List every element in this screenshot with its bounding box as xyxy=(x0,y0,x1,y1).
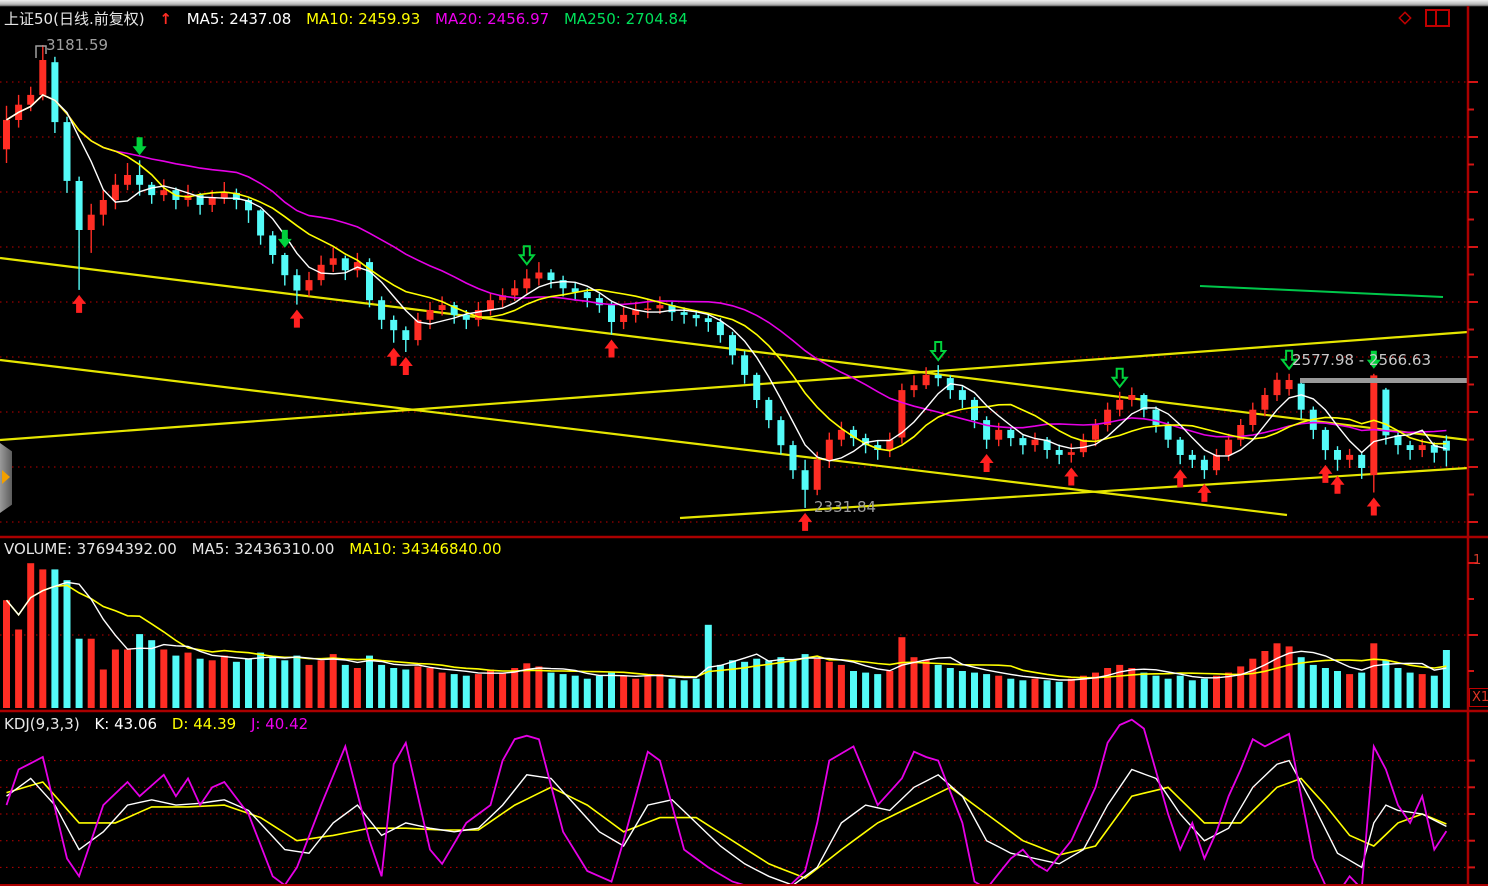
volume-multiplier-label: X1 xyxy=(1469,688,1488,707)
volume-axis-tick-label: 1 xyxy=(1473,553,1481,568)
ma250-value: MA250: 2704.84 xyxy=(564,10,688,28)
range-marker-label: 2577.98 - 2566.63 xyxy=(1292,351,1431,369)
diamond-icon[interactable] xyxy=(1396,9,1414,27)
volume-pane-header: VOLUME: 37694392.00 MA5: 32436310.00 MA1… xyxy=(4,540,512,558)
expand-arrow-icon xyxy=(2,470,10,484)
ma10-value: MA10: 2459.93 xyxy=(306,10,420,28)
price-pane-header: 上证50(日线.前复权) ↑ MA5: 2437.08 MA10: 2459.9… xyxy=(4,8,698,29)
kdj-j-value: J: 40.42 xyxy=(251,715,308,733)
peak-price-label: 3181.59 xyxy=(46,36,108,54)
kdj-d-value: D: 44.39 xyxy=(172,715,236,733)
kdj-pane-header: KDJ(9,3,3) K: 43.06 D: 44.39 J: 40.42 xyxy=(4,715,318,733)
ma5-value: MA5: 2437.08 xyxy=(187,10,292,28)
volume-ma5-value: MA5: 32436310.00 xyxy=(192,540,335,558)
ma20-value: MA20: 2456.97 xyxy=(435,10,549,28)
trough-price-label: 2331.84 xyxy=(814,498,876,516)
instrument-title: 上证50(日线.前复权) xyxy=(4,10,145,28)
stock-chart-window: 上证50(日线.前复权) ↑ MA5: 2437.08 MA10: 2459.9… xyxy=(0,0,1488,886)
kdj-k-value: K: 43.06 xyxy=(94,715,157,733)
kdj-label: KDJ(9,3,3) xyxy=(4,715,80,733)
candlestick-chart-canvas[interactable] xyxy=(0,0,1488,886)
volume-value: VOLUME: 37694392.00 xyxy=(4,540,177,558)
volume-ma10-value: MA10: 34346840.00 xyxy=(349,540,501,558)
buy-signal-arrow-icon: ↑ xyxy=(159,10,172,28)
sidebar-expand-tab[interactable] xyxy=(0,443,12,513)
split-window-icon[interactable] xyxy=(1424,8,1452,28)
